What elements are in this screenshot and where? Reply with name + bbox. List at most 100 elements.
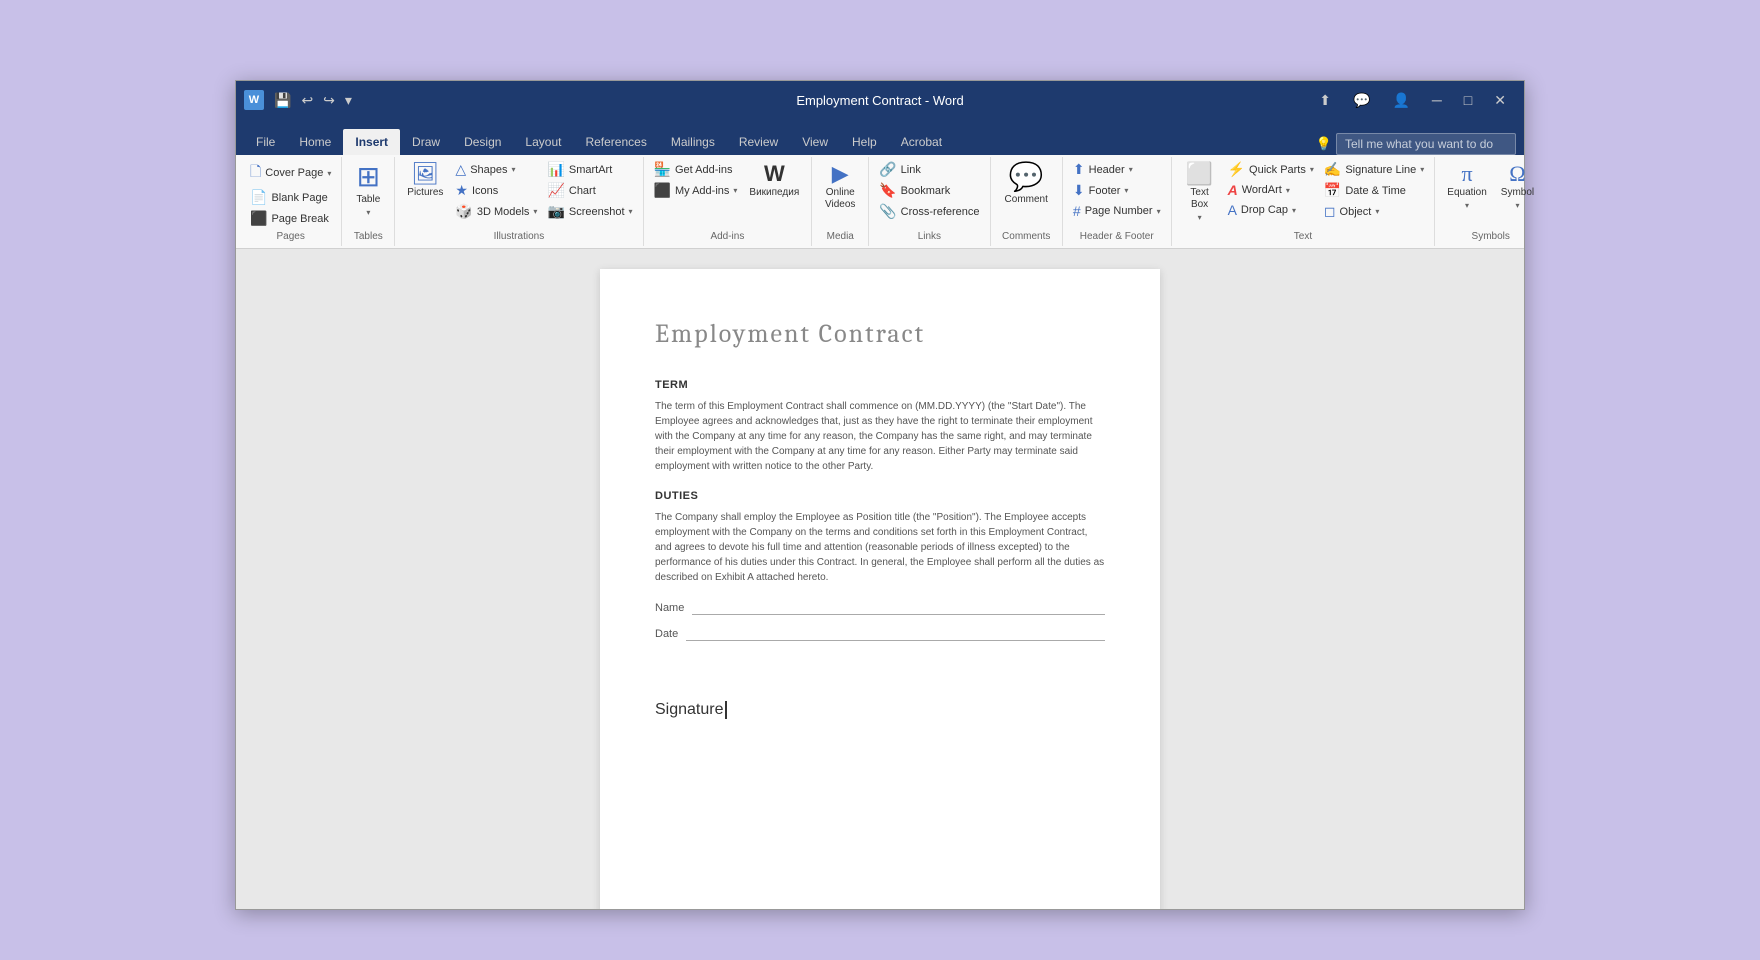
blank-page-button[interactable]: 📄 Blank Page — [246, 187, 335, 208]
wikipedia-button[interactable]: W Википедия — [743, 159, 805, 203]
minimize-button[interactable]: ─ — [1422, 88, 1452, 112]
maximize-button[interactable]: □ — [1454, 88, 1482, 112]
group-media: ▶ OnlineVideos Media — [812, 157, 869, 246]
tab-file[interactable]: File — [244, 129, 287, 155]
shapes-icon: △ — [455, 161, 466, 178]
close-button[interactable]: ✕ — [1484, 88, 1516, 113]
save-button[interactable]: 💾 — [270, 90, 295, 111]
wikipedia-icon: W — [764, 163, 785, 185]
screenshot-button[interactable]: 📷 Screenshot ▾ — [543, 201, 636, 222]
links-col: 🔗 Link 🔖 Bookmark 📎 Cross-reference — [875, 159, 983, 222]
tab-help[interactable]: Help — [840, 129, 889, 155]
screenshot-arrow: ▾ — [629, 207, 633, 216]
equation-button[interactable]: π Equation ▾ — [1441, 159, 1492, 214]
tab-review[interactable]: Review — [727, 129, 790, 155]
group-tables: ⊞ Table ▾ Tables — [342, 157, 395, 246]
chart-button[interactable]: 📈 Chart — [543, 180, 636, 201]
equation-arrow: ▾ — [1465, 201, 1469, 210]
link-icon: 🔗 — [879, 161, 896, 178]
online-videos-button[interactable]: ▶ OnlineVideos — [818, 159, 862, 215]
table-button[interactable]: ⊞ Table ▾ — [348, 159, 388, 221]
tab-view[interactable]: View — [790, 129, 840, 155]
document-page[interactable]: Employment Contract TERM The term of thi… — [600, 269, 1160, 909]
tab-design[interactable]: Design — [452, 129, 513, 155]
3d-models-icon: 🎲 — [455, 203, 472, 220]
page-number-icon: # — [1073, 203, 1081, 219]
tab-draw[interactable]: Draw — [400, 129, 452, 155]
date-field-row: Date — [655, 627, 1105, 641]
cover-page-button[interactable]: 🗋 Cover Page ▾ — [246, 159, 335, 187]
comments-button[interactable]: 💬 — [1343, 88, 1380, 113]
quick-parts-icon: ⚡ — [1228, 161, 1245, 178]
smartart-button[interactable]: 📊 SmartArt — [543, 159, 636, 180]
my-addins-button[interactable]: ⬛ My Add-ins ▾ — [650, 180, 742, 201]
comments-label: Comments — [997, 229, 1056, 244]
header-arrow: ▾ — [1129, 165, 1133, 174]
tab-home[interactable]: Home — [287, 129, 343, 155]
links-label: Links — [875, 229, 983, 244]
group-illustrations: 🖼 Pictures △ Shapes ▾ ★ Icons 🎲 — [395, 157, 643, 246]
share-button[interactable]: 👤 — [1382, 88, 1419, 113]
pictures-button[interactable]: 🖼 Pictures — [401, 159, 449, 203]
name-label: Name — [655, 602, 684, 614]
header-button[interactable]: ⬆ Header ▾ — [1069, 159, 1165, 180]
object-icon: ◻ — [1324, 203, 1336, 220]
page-number-button[interactable]: # Page Number ▾ — [1069, 201, 1165, 221]
screenshot-icon: 📷 — [547, 203, 564, 220]
header-footer-label: Header & Footer — [1069, 229, 1165, 244]
pages-label: Pages — [246, 229, 335, 244]
object-button[interactable]: ◻ Object ▾ — [1320, 201, 1428, 222]
document-title: Employment Contract — [655, 319, 1105, 349]
tab-references[interactable]: References — [573, 129, 658, 155]
illustrations-sub-col2: 📊 SmartArt 📈 Chart 📷 Screenshot ▾ — [543, 159, 636, 222]
tab-mailings[interactable]: Mailings — [659, 129, 727, 155]
date-time-button[interactable]: 📅 Date & Time — [1320, 180, 1428, 201]
text-box-button[interactable]: ⬜ TextBox ▾ — [1178, 159, 1222, 226]
tab-acrobat[interactable]: Acrobat — [889, 129, 954, 155]
page-break-button[interactable]: ⬛ Page Break — [246, 208, 335, 229]
group-symbols: π Equation ▾ Ω Symbol ▾ Symbols — [1435, 157, 1546, 246]
document-area[interactable]: Employment Contract TERM The term of thi… — [236, 249, 1524, 909]
ribbon-search-input[interactable] — [1336, 133, 1516, 155]
ribbon-toggle-button[interactable]: ⬆ — [1309, 88, 1341, 113]
addins-label: Add-ins — [650, 229, 806, 244]
undo-button[interactable]: ↩ — [297, 90, 317, 111]
date-label: Date — [655, 628, 678, 640]
footer-button[interactable]: ⬇ Footer ▾ — [1069, 180, 1165, 201]
drop-cap-button[interactable]: A Drop Cap ▾ — [1224, 200, 1318, 220]
link-button[interactable]: 🔗 Link — [875, 159, 983, 180]
online-videos-icon: ▶ — [832, 163, 849, 185]
shapes-button[interactable]: △ Shapes ▾ — [451, 159, 541, 180]
icons-button[interactable]: ★ Icons — [451, 180, 541, 201]
chart-icon: 📈 — [547, 182, 564, 199]
pin-button[interactable]: ▾ — [341, 90, 356, 111]
symbol-button[interactable]: Ω Symbol ▾ — [1495, 159, 1540, 214]
bookmark-icon: 🔖 — [879, 182, 896, 199]
tab-layout[interactable]: Layout — [513, 129, 573, 155]
redo-button[interactable]: ↪ — [319, 90, 339, 111]
section-duties-body: The Company shall employ the Employee as… — [655, 510, 1105, 585]
3d-models-button[interactable]: 🎲 3D Models ▾ — [451, 201, 541, 222]
object-arrow: ▾ — [1375, 207, 1379, 216]
footer-icon: ⬇ — [1073, 182, 1085, 199]
wordart-button[interactable]: A WordArt ▾ — [1224, 180, 1318, 200]
group-text: ⬜ TextBox ▾ ⚡ Quick Parts ▾ A WordArt ▾ — [1172, 157, 1436, 246]
illustrations-sub-col: △ Shapes ▾ ★ Icons 🎲 3D Models ▾ — [451, 159, 541, 222]
illustrations-label: Illustrations — [401, 229, 636, 244]
equation-icon: π — [1461, 163, 1472, 185]
cross-reference-button[interactable]: 📎 Cross-reference — [875, 201, 983, 222]
tab-insert[interactable]: Insert — [343, 129, 400, 155]
get-addins-button[interactable]: 🏪 Get Add-ins — [650, 159, 742, 180]
links-items: 🔗 Link 🔖 Bookmark 📎 Cross-reference — [875, 159, 983, 229]
group-addins: 🏪 Get Add-ins ⬛ My Add-ins ▾ W Википедия… — [644, 157, 813, 246]
window-title: Employment Contract - Word — [796, 93, 963, 108]
comment-button[interactable]: 💬 Comment — [997, 159, 1056, 209]
signature-field[interactable]: Signature — [655, 701, 1105, 719]
window-controls: ⬆ 💬 👤 ─ □ ✕ — [1309, 88, 1516, 113]
quick-parts-button[interactable]: ⚡ Quick Parts ▾ — [1224, 159, 1318, 180]
pages-column: 🗋 Cover Page ▾ 📄 Blank Page ⬛ Page Break — [246, 159, 335, 229]
signature-line-button[interactable]: ✍ Signature Line ▾ — [1320, 159, 1428, 180]
blank-page-icon: 📄 — [250, 189, 267, 206]
drop-cap-icon: A — [1228, 202, 1237, 218]
bookmark-button[interactable]: 🔖 Bookmark — [875, 180, 983, 201]
